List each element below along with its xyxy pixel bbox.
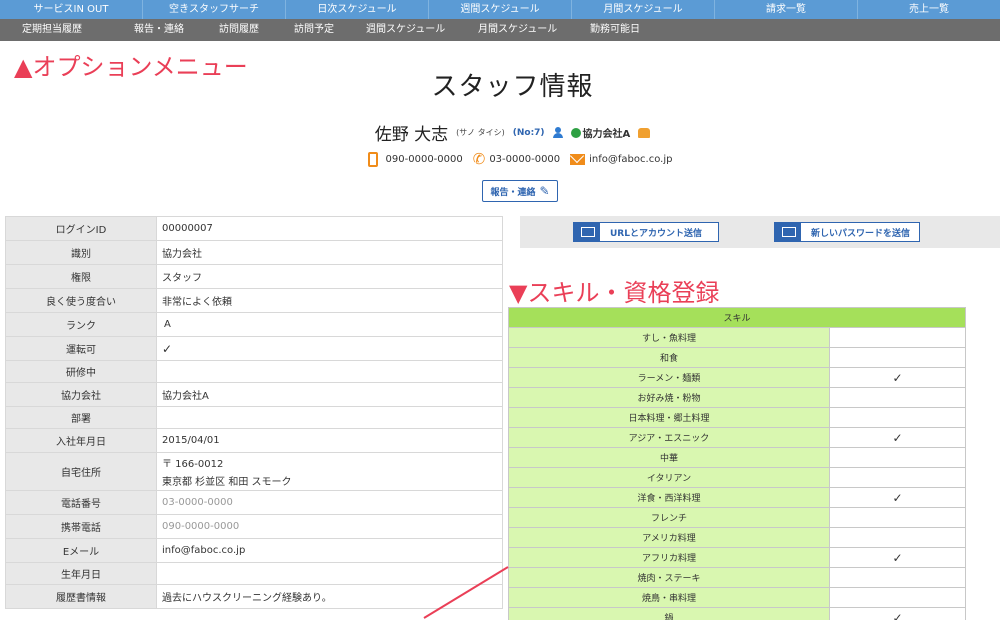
annotation-arrow-line <box>423 566 509 619</box>
annotation-arrow <box>423 566 509 619</box>
